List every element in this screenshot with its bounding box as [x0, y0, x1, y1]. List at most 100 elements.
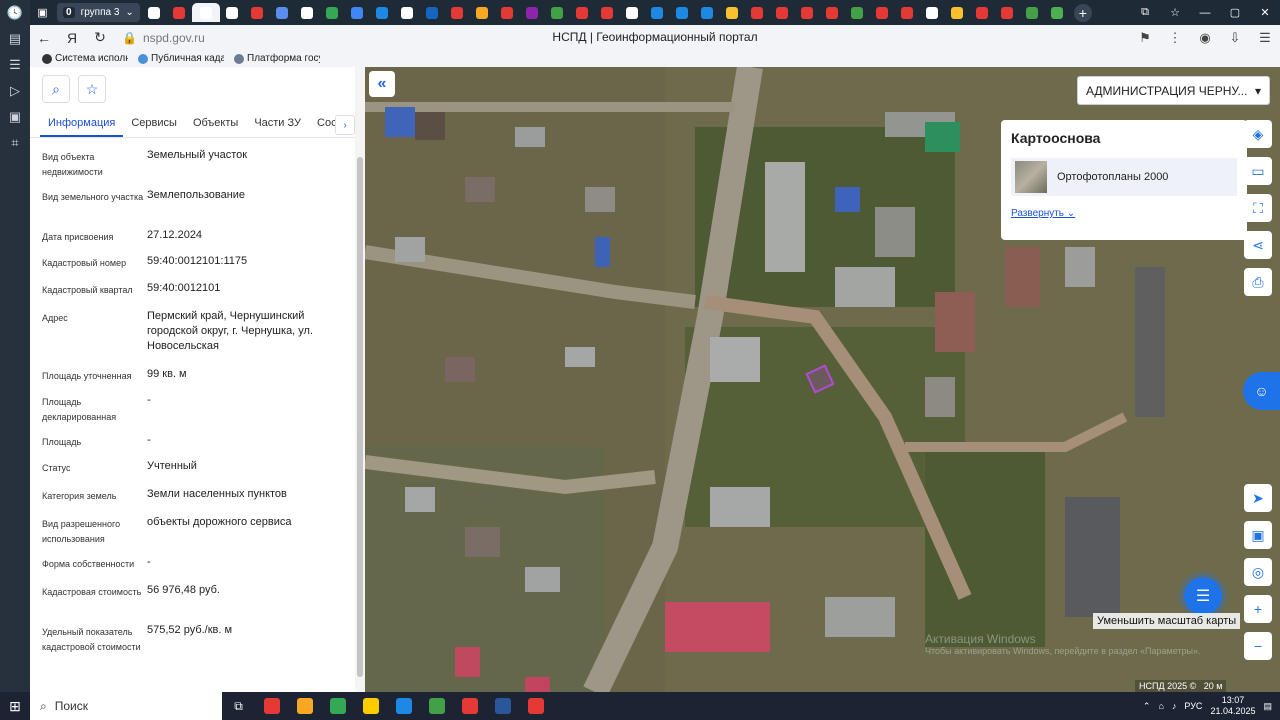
- select-frame-icon[interactable]: ⛶: [1244, 194, 1272, 222]
- browser-tab[interactable]: [495, 3, 520, 22]
- browser-tab[interactable]: [820, 3, 845, 22]
- download-icon[interactable]: ⇩: [1220, 25, 1250, 50]
- browser-tab[interactable]: [770, 3, 795, 22]
- maximize-button[interactable]: ▢: [1220, 0, 1250, 25]
- map-view[interactable]: « АДМИНИСТРАЦИЯ ЧЕРНУ... ▾ Картооснова О…: [365, 67, 1280, 692]
- panel-scrollbar[interactable]: [355, 67, 365, 692]
- collapse-panel-button[interactable]: «: [369, 71, 395, 97]
- history-icon[interactable]: 🕓: [0, 0, 30, 26]
- browser-tab[interactable]: [670, 3, 695, 22]
- tab-group[interactable]: 0 группа 3 ⌄: [57, 3, 140, 22]
- browser-tab[interactable]: [445, 3, 470, 22]
- media-icon[interactable]: ▷: [0, 78, 30, 104]
- browser-tab[interactable]: [320, 3, 345, 22]
- layers-icon[interactable]: ◈: [1244, 120, 1272, 148]
- volume-icon[interactable]: ♪: [1172, 701, 1177, 711]
- browser-tab[interactable]: [142, 3, 167, 22]
- browser-tab[interactable]: [595, 3, 620, 22]
- ruler-icon[interactable]: ▭: [1244, 157, 1272, 185]
- minimize-button[interactable]: —: [1190, 0, 1220, 25]
- tab-services[interactable]: Сервисы: [123, 117, 185, 137]
- browser-tab[interactable]: [1045, 3, 1070, 22]
- browser-tab[interactable]: [191, 3, 220, 22]
- browser-tab[interactable]: [920, 3, 945, 22]
- taskbar-app-icon[interactable]: [354, 692, 387, 720]
- locate-icon[interactable]: ➤: [1244, 484, 1272, 512]
- badge-37-icon[interactable]: ▣: [0, 104, 30, 130]
- bookmark-star-icon[interactable]: ☆: [1160, 0, 1190, 25]
- browser-tab[interactable]: [295, 3, 320, 22]
- browser-tab[interactable]: [945, 3, 970, 22]
- browser-tab[interactable]: [220, 3, 245, 22]
- clock[interactable]: 13:07 21.04.2025: [1210, 695, 1255, 717]
- browser-tab[interactable]: [845, 3, 870, 22]
- bookmark-item[interactable]: Публичная кадас...: [138, 53, 224, 64]
- extension-icon[interactable]: ◉: [1190, 25, 1220, 50]
- browser-tab[interactable]: [370, 3, 395, 22]
- browser-tab[interactable]: [695, 3, 720, 22]
- bookmark-icon[interactable]: ⚑: [1130, 25, 1160, 50]
- taskbar-app-icon[interactable]: [288, 692, 321, 720]
- select-area-icon[interactable]: ⌕: [42, 75, 70, 103]
- scrollbar-thumb[interactable]: [357, 157, 363, 677]
- browser-tab[interactable]: [345, 3, 370, 22]
- reload-button[interactable]: ↻: [86, 25, 114, 50]
- favorite-star-icon[interactable]: ☆: [78, 75, 106, 103]
- tab-objects[interactable]: Объекты: [185, 117, 246, 137]
- new-tab-button[interactable]: +: [1073, 3, 1092, 22]
- tabs-next-button[interactable]: ›: [335, 115, 355, 135]
- url-field[interactable]: 🔒 nspd.gov.ru: [122, 31, 205, 45]
- notifications-icon[interactable]: ▤: [1263, 701, 1272, 712]
- browser-tab[interactable]: [167, 3, 192, 22]
- browser-tab[interactable]: [895, 3, 920, 22]
- taskbar-app-icon[interactable]: [486, 692, 519, 720]
- tab-information[interactable]: Информация: [40, 117, 124, 137]
- close-button[interactable]: ✕: [1250, 0, 1280, 25]
- browser-tab[interactable]: [420, 3, 445, 22]
- tab-search-icon[interactable]: ⧉: [1130, 0, 1160, 25]
- browser-tab[interactable]: [245, 3, 270, 22]
- geolocation-icon[interactable]: ◎: [1244, 558, 1272, 586]
- basemap-option[interactable]: Ортофотопланы 2000: [1011, 158, 1237, 196]
- tray-chevron-icon[interactable]: ⌃: [1143, 701, 1151, 712]
- taskbar-app-icon[interactable]: [321, 692, 354, 720]
- browser-tab[interactable]: [545, 3, 570, 22]
- print-icon[interactable]: ⎙: [1244, 268, 1272, 296]
- browser-tab[interactable]: [645, 3, 670, 22]
- taskbar-app-icon[interactable]: [519, 692, 552, 720]
- browser-tab[interactable]: [520, 3, 545, 22]
- browser-tab[interactable]: [795, 3, 820, 22]
- browser-tab[interactable]: [720, 3, 745, 22]
- screenshot-icon[interactable]: ⌗: [0, 130, 30, 156]
- zoom-in-button[interactable]: +: [1244, 595, 1272, 623]
- zoom-out-button[interactable]: −: [1244, 632, 1272, 660]
- taskbar-app-icon[interactable]: [387, 692, 420, 720]
- browser-tab[interactable]: [970, 3, 995, 22]
- region-select[interactable]: АДМИНИСТРАЦИЯ ЧЕРНУ... ▾: [1077, 76, 1270, 105]
- taskbar-app-icon[interactable]: [255, 692, 288, 720]
- chat-icon[interactable]: ☰: [1184, 577, 1222, 615]
- collections-icon[interactable]: ▤: [0, 26, 30, 52]
- bookmark-item[interactable]: Платформа госуд...: [234, 53, 320, 64]
- browser-tab[interactable]: [620, 3, 645, 22]
- taskbar-app-icon[interactable]: [453, 692, 486, 720]
- menu-icon[interactable]: ⋮: [1160, 25, 1190, 50]
- minimap-icon[interactable]: ▣: [1244, 521, 1272, 549]
- help-chat-icon[interactable]: ☺: [1243, 372, 1280, 410]
- browser-tab[interactable]: [270, 3, 295, 22]
- network-icon[interactable]: ⌂: [1158, 701, 1163, 711]
- notes-icon[interactable]: ☰: [0, 52, 30, 78]
- taskbar-app-icon[interactable]: [420, 692, 453, 720]
- browser-tab[interactable]: [870, 3, 895, 22]
- share-icon[interactable]: ⋖: [1244, 231, 1272, 259]
- browser-tab[interactable]: [1020, 3, 1045, 22]
- browser-tab[interactable]: [745, 3, 770, 22]
- profile-icon[interactable]: ☰: [1250, 25, 1280, 50]
- browser-tab[interactable]: [995, 3, 1020, 22]
- yandex-icon[interactable]: Я: [58, 25, 86, 50]
- tab-parts[interactable]: Части ЗУ: [246, 117, 309, 137]
- browser-tab[interactable]: [395, 3, 420, 22]
- taskbar-search[interactable]: ⌕ Поиск: [30, 692, 222, 720]
- bookmark-item[interactable]: Система исполне...: [42, 53, 128, 64]
- language-indicator[interactable]: РУС: [1184, 701, 1202, 711]
